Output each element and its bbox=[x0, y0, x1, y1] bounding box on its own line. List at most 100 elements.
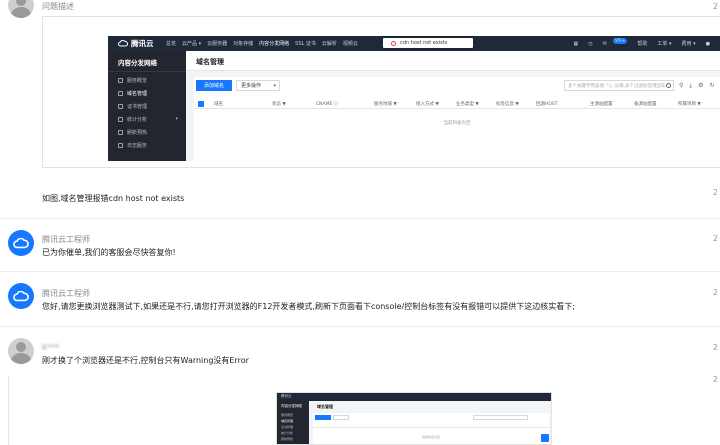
add-domain-button[interactable]: 添加域名 bbox=[196, 80, 232, 91]
user-avatar bbox=[8, 0, 34, 18]
thumb-empty-text: 当前列表为空 bbox=[421, 435, 440, 439]
col-biz-type[interactable]: 业务类型 ▼ bbox=[456, 101, 479, 107]
col-region[interactable]: 服务地域 ▼ bbox=[374, 101, 397, 107]
page-header: 域名管理 bbox=[186, 51, 720, 71]
user-avatar bbox=[8, 338, 34, 364]
search-icon[interactable]: ⚲ bbox=[679, 82, 683, 89]
billing-menu[interactable]: 费用 ▾ bbox=[682, 40, 696, 47]
thumb-sidebar-item: 域名管理 bbox=[281, 419, 294, 423]
console-top-right: ▦ ◷ ✉ 99+ 帮助 工单 ▾ 费用 ▾ ● bbox=[574, 36, 720, 51]
sidebar-item-logs[interactable]: 日志服务 bbox=[108, 139, 186, 151]
sidebar-item-overview[interactable]: 服务概览 bbox=[108, 74, 186, 86]
message-badge: 99+ bbox=[612, 37, 628, 44]
mail-icon[interactable]: ✉ bbox=[603, 41, 607, 47]
error-toast: cdn host not exists bbox=[383, 38, 473, 48]
thumb-sidebar-title: 内容分发网络 bbox=[281, 404, 302, 408]
attachment-screenshot-thumbnail[interactable]: 腾讯云 内容分发网络 服务概览 域名管理 证书管理 统计分析 刷新预热 域名管理… bbox=[276, 392, 552, 445]
thumb-topbar: 腾讯云 bbox=[277, 393, 551, 401]
nav-products[interactable]: 云产品 ▾ bbox=[182, 40, 201, 47]
nav-overview[interactable]: 总览 bbox=[166, 40, 176, 47]
gear-icon[interactable]: ⚙ bbox=[698, 82, 703, 89]
comment-text: 您好,请您更换浏览器测试下,如果还是不行,请您打开浏览器的F12开发者模式,刷新… bbox=[42, 302, 575, 311]
nav-cdn[interactable]: 内容分发网络 bbox=[259, 40, 289, 47]
search-icon[interactable] bbox=[666, 83, 671, 88]
engineer-avatar bbox=[8, 283, 34, 309]
comment-divider bbox=[0, 218, 720, 219]
domain-table-card: 添加域名 更多操作 ▾ 多个关键字用竖线「|」分隔,多个过滤标签用回车键分隔 ⚲… bbox=[194, 77, 720, 161]
sidebar-divider bbox=[108, 71, 186, 72]
chevron-down-icon: ▾ bbox=[273, 82, 276, 89]
overview-icon bbox=[118, 77, 123, 83]
console-topbar: 腾讯云 总览 云产品 ▾ 云服务器 对象存储 内容分发网络 SSL 证书 云解析… bbox=[108, 36, 720, 51]
help-link[interactable]: 帮助 bbox=[637, 40, 647, 47]
thumb-more-button bbox=[333, 415, 349, 420]
certificate-icon bbox=[118, 103, 123, 109]
edge-number: 2 bbox=[712, 2, 718, 11]
comment-divider bbox=[0, 326, 720, 327]
comment-divider bbox=[0, 271, 720, 272]
error-toast-text: cdn host not exists bbox=[400, 40, 448, 46]
col-status[interactable]: 状态 ▼ bbox=[272, 101, 286, 107]
sidebar-item-label: 刷新预热 bbox=[127, 129, 148, 136]
col-cname[interactable]: CNAME ⓘ bbox=[316, 101, 338, 107]
sidebar-item-domains[interactable]: 域名管理 bbox=[108, 87, 186, 99]
domain-search-input[interactable]: 多个关键字用竖线「|」分隔,多个过滤标签用回车键分隔 bbox=[564, 80, 674, 91]
comment-author[interactable]: 腾讯云工程师 bbox=[42, 234, 90, 245]
sidebar-item-refresh[interactable]: 刷新预热 bbox=[108, 126, 186, 138]
thumb-table-card: 当前列表为空 bbox=[313, 413, 549, 444]
sidebar-item-stats[interactable]: 统计分析 ▾ bbox=[108, 113, 186, 125]
cloud-icon bbox=[13, 237, 29, 248]
page-title: 域名管理 bbox=[196, 58, 224, 66]
cdn-console-screenshot: 腾讯云 总览 云产品 ▾ 云服务器 对象存储 内容分发网络 SSL 证书 云解析… bbox=[108, 36, 720, 161]
more-actions-dropdown[interactable]: 更多操作 ▾ bbox=[236, 80, 280, 91]
thumb-sidebar-item: 证书管理 bbox=[281, 425, 294, 429]
col-project[interactable]: 所属项目 ▼ bbox=[678, 101, 701, 107]
nav-dns[interactable]: 云解析 bbox=[322, 40, 337, 47]
col-tags[interactable]: 标签信息 ▼ bbox=[496, 101, 519, 107]
sidebar-item-certs[interactable]: 证书管理 bbox=[108, 100, 186, 112]
refresh-icon[interactable]: ↻ bbox=[709, 82, 714, 89]
error-icon bbox=[391, 40, 396, 46]
console-sidebar: 内容分发网络 服务概览 域名管理 证书管理 统计分析 ▾ 刷新预热 日志服务 bbox=[108, 51, 186, 161]
col-origin-host: 回源HOST bbox=[536, 102, 558, 107]
reply-count: 2 bbox=[712, 343, 718, 352]
reply-count: 2 bbox=[712, 288, 718, 297]
reply-count: 2 bbox=[712, 234, 718, 243]
console-logo-text: 腾讯云 bbox=[131, 39, 154, 48]
nav-ssl[interactable]: SSL 证书 bbox=[295, 40, 316, 47]
col-backup-origin: 备源站配置 bbox=[634, 102, 657, 107]
comment-author[interactable]: 腾讯云工程师 bbox=[42, 288, 90, 299]
sidebar-title: 内容分发网络 bbox=[118, 59, 157, 67]
ticket-thread: 问题描述 2 腾讯云 总览 云产品 ▾ 云服务器 对象存储 内容分发网络 SSL… bbox=[0, 0, 720, 445]
cloud-icon bbox=[118, 40, 128, 47]
comment-text: 已为你催单,我们的客服会尽快答复你! bbox=[42, 248, 176, 257]
sidebar-item-label: 域名管理 bbox=[127, 90, 148, 97]
grid-icon[interactable]: ▦ bbox=[574, 41, 579, 47]
console-top-nav: 总览 云产品 ▾ 云服务器 对象存储 内容分发网络 SSL 证书 云解析 视频云 bbox=[166, 36, 364, 51]
ticket-menu[interactable]: 工单 ▾ bbox=[657, 40, 671, 47]
select-all-checkbox[interactable] bbox=[198, 101, 204, 107]
clock-icon[interactable]: ◷ bbox=[588, 41, 592, 47]
account-avatar-icon[interactable]: ● bbox=[706, 41, 710, 47]
sidebar-item-label: 日志服务 bbox=[127, 142, 148, 149]
engineer-avatar bbox=[8, 230, 34, 256]
comment-text: 刚才换了个浏览器还是不行,控制台只有Warning没有Error bbox=[42, 356, 249, 365]
thumb-sidebar-item: 刷新预热 bbox=[281, 437, 294, 441]
nav-cvm[interactable]: 云服务器 bbox=[207, 40, 227, 47]
col-access[interactable]: 接入方式 ▼ bbox=[416, 101, 439, 107]
cloud-icon bbox=[13, 290, 29, 301]
nav-cos[interactable]: 对象存储 bbox=[233, 40, 253, 47]
thread-scroll-track bbox=[8, 375, 9, 445]
download-icon[interactable]: ⤓ bbox=[689, 82, 692, 90]
domain-icon bbox=[118, 90, 123, 96]
col-primary-origin: 主源站配置 bbox=[590, 102, 613, 107]
thumb-table-header bbox=[313, 423, 549, 428]
thumb-main: 域名管理 当前列表为空 bbox=[309, 401, 551, 444]
thread-header-label: 问题描述 bbox=[42, 2, 74, 11]
refresh-icon bbox=[118, 129, 123, 135]
sidebar-item-label: 统计分析 bbox=[127, 116, 148, 123]
nav-video[interactable]: 视频云 bbox=[343, 40, 358, 47]
thumb-sidebar-item: 服务概览 bbox=[281, 413, 294, 417]
comment-author[interactable]: K*** bbox=[42, 343, 59, 352]
issue-description: 如图,域名管理报错cdn host not exists bbox=[42, 194, 185, 203]
